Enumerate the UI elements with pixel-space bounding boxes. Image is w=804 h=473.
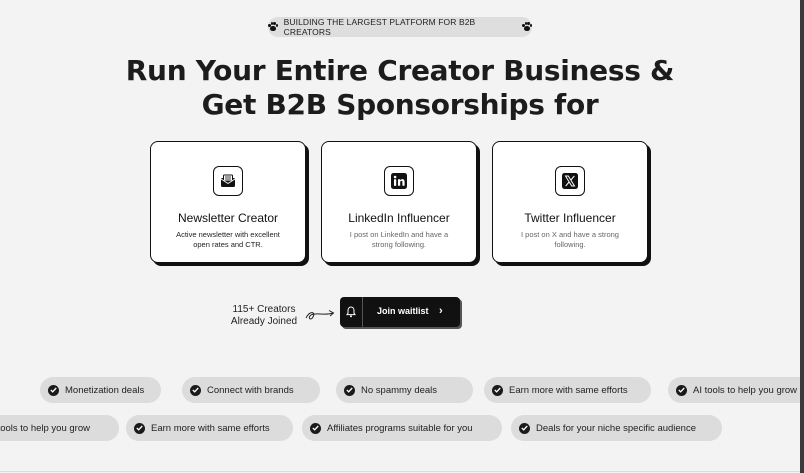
feature-pill-label: AI tools to help you grow [0, 422, 90, 434]
feature-pill: Earn more with same efforts [126, 415, 293, 441]
feature-pill: AI tools to help you grow [0, 415, 119, 441]
feature-pill: Connect with brands [182, 377, 320, 403]
paw-icon [522, 22, 533, 32]
paw-icon [268, 22, 278, 32]
feature-pill: Deals for your niche specific audience [511, 415, 722, 441]
creators-joined-text: 115+ Creators Already Joined [222, 304, 306, 328]
card-title: Twitter Influencer [524, 211, 616, 225]
hero-heading-line2: Get B2B Sponsorships for [201, 88, 599, 121]
feature-pill: No spammy deals [336, 377, 473, 403]
check-circle-icon [48, 384, 59, 396]
card-newsletter-creator[interactable]: Newsletter Creator Active newsletter wit… [150, 141, 306, 263]
squiggle-arrow-icon [305, 310, 335, 320]
check-circle-icon [344, 384, 355, 396]
check-circle-icon [190, 384, 201, 396]
check-circle-icon [492, 384, 503, 396]
hero-heading: Run Your Entire Creator Business & Get B… [0, 54, 800, 122]
section-divider [0, 471, 800, 472]
feature-pill-label: Deals for your niche specific audience [536, 422, 697, 434]
feature-pill-label: AI tools to help you grow [693, 384, 798, 396]
card-twitter-influencer[interactable]: Twitter Influencer I post on X and have … [492, 141, 648, 263]
card-linkedin-influencer[interactable]: LinkedIn Influencer I post on LinkedIn a… [321, 141, 477, 263]
badge-text: BUILDING THE LARGEST PLATFORM FOR B2B CR… [283, 17, 476, 37]
card-description: I post on X and have a strong following. [521, 230, 619, 249]
x-icon [555, 166, 585, 196]
feature-pill: Monetization deals [40, 377, 161, 403]
creators-count: 115+ Creators [232, 304, 296, 315]
newsletter-envelope-icon [213, 166, 243, 196]
card-title: LinkedIn Influencer [348, 211, 450, 225]
feature-pill-label: Earn more with same efforts [509, 384, 628, 396]
feature-pill-label: No spammy deals [361, 384, 438, 396]
check-circle-icon [676, 384, 687, 396]
hero-heading-line1: Run Your Entire Creator Business & [125, 54, 675, 87]
card-description: I post on LinkedIn and have a strong fol… [349, 230, 449, 249]
card-title: Newsletter Creator [177, 211, 279, 225]
feature-pill-label: Affiliates programs suitable for you [327, 422, 473, 434]
feature-pill-label: Earn more with same efforts [151, 422, 270, 434]
check-circle-icon [310, 422, 321, 434]
check-circle-icon [134, 422, 145, 434]
join-waitlist-button[interactable]: Join waitlist › [340, 297, 460, 327]
feature-pill: Earn more with same efforts [484, 377, 651, 403]
bell-icon [340, 297, 363, 327]
feature-pill: Affiliates programs suitable for you [302, 415, 502, 441]
chevron-right-icon: › [439, 305, 443, 317]
card-description: Active newsletter with excellent open ra… [176, 230, 280, 249]
join-waitlist-label: Join waitlist [377, 306, 429, 316]
announcement-badge: BUILDING THE LARGEST PLATFORM FOR B2B CR… [268, 17, 533, 37]
feature-pill-label: Connect with brands [207, 384, 294, 396]
feature-pill: AI tools to help you grow [668, 377, 800, 403]
feature-pill-label: Monetization deals [65, 384, 145, 396]
linkedin-icon [384, 166, 414, 196]
window-edge [800, 0, 804, 473]
already-joined-label: Already Joined [230, 316, 298, 327]
check-circle-icon [519, 422, 530, 434]
